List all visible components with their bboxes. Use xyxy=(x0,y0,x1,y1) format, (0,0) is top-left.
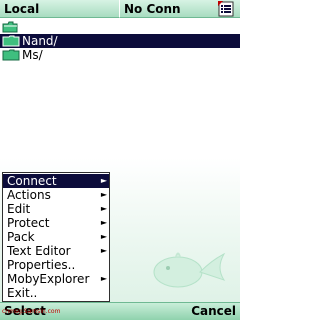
chevron-right-icon: ► xyxy=(100,176,107,185)
file-name: Nand/ xyxy=(22,34,58,48)
tab-local-label: Local xyxy=(4,1,40,16)
cancel-softkey[interactable]: Cancel xyxy=(191,304,236,318)
list-item-folder[interactable]: Ms/ xyxy=(0,48,240,62)
menu-item-label: Connect xyxy=(7,174,57,188)
menu-item-mobyexplorer[interactable]: MobyExplorer ► xyxy=(3,272,109,286)
menu-item-protect[interactable]: Protect ► xyxy=(3,216,109,230)
chevron-right-icon: ► xyxy=(100,204,107,213)
chevron-right-icon: ► xyxy=(100,232,107,241)
menu-item-label: Pack xyxy=(7,230,35,244)
list-menu-icon[interactable] xyxy=(218,1,234,17)
file-name: Ms/ xyxy=(22,48,43,62)
folder-up-icon[interactable] xyxy=(2,21,18,33)
tab-local[interactable]: Local xyxy=(0,0,120,18)
menu-item-actions[interactable]: Actions ► xyxy=(3,188,109,202)
menu-item-exit[interactable]: Exit.. xyxy=(3,286,109,300)
menu-item-edit[interactable]: Edit ► xyxy=(3,202,109,216)
menu-item-pack[interactable]: Pack ► xyxy=(3,230,109,244)
whale-logo-icon xyxy=(153,252,226,288)
folder-icon xyxy=(2,35,20,47)
folder-icon xyxy=(2,49,20,61)
list-item-folder[interactable]: Nand/ xyxy=(0,34,240,48)
menu-item-label: Text Editor xyxy=(7,244,71,258)
chevron-right-icon: ► xyxy=(100,274,107,283)
menu-icon-area[interactable] xyxy=(204,0,240,18)
menu-item-label: Edit xyxy=(7,202,31,216)
menu-item-label: Protect xyxy=(7,216,50,230)
parent-folder-row[interactable] xyxy=(0,19,240,35)
menu-item-connect[interactable]: Connect ► xyxy=(3,174,109,188)
menu-item-label: Actions xyxy=(7,188,51,202)
chevron-right-icon: ► xyxy=(100,246,107,255)
context-menu: Connect ► Actions ► Edit ► Protect ► Pac… xyxy=(2,172,110,302)
menu-item-label: Exit.. xyxy=(7,286,38,300)
watermark-text: cnmsg.Samsin.com xyxy=(2,308,61,315)
chevron-right-icon: ► xyxy=(100,218,107,227)
tab-connection-label: No Conn xyxy=(124,1,181,16)
menu-item-label: Properties.. xyxy=(7,258,76,272)
title-bar: Local No Conn xyxy=(0,0,240,18)
chevron-right-icon: ► xyxy=(100,190,107,199)
menu-item-text-editor[interactable]: Text Editor ► xyxy=(3,244,109,258)
menu-item-label: MobyExplorer xyxy=(7,272,90,286)
menu-item-properties[interactable]: Properties.. xyxy=(3,258,109,272)
tab-connection[interactable]: No Conn xyxy=(120,0,204,18)
